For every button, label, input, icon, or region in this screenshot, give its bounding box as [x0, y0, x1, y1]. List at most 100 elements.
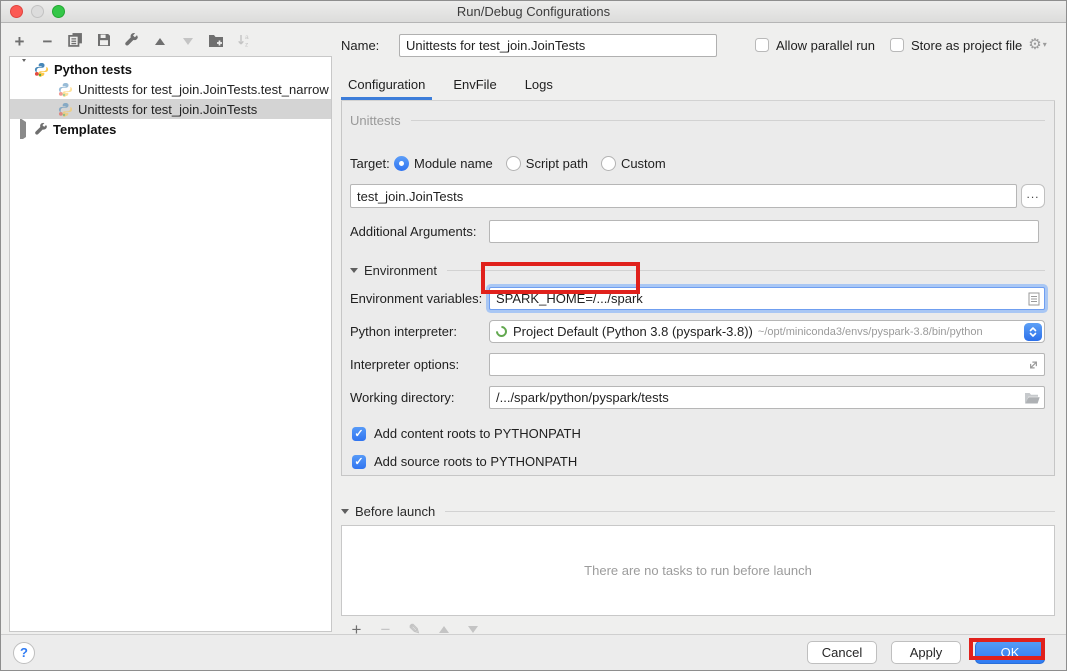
- new-folder-icon: [208, 33, 224, 50]
- tab-configuration[interactable]: Configuration: [341, 77, 432, 100]
- wrench-icon: [34, 122, 48, 136]
- store-as-project-file-checkbox[interactable]: Store as project file: [890, 38, 1022, 53]
- environment-variables-label: Environment variables:: [350, 291, 489, 306]
- tree-item-unittests-test-narrow[interactable]: Unittests for test_join.JoinTests.test_n…: [10, 79, 331, 99]
- create-folder-button[interactable]: [207, 33, 224, 50]
- dialog-footer: ? Cancel Apply OK: [1, 634, 1066, 670]
- zoom-window-button[interactable]: [52, 5, 65, 18]
- expand-field-button[interactable]: [1027, 358, 1040, 371]
- browse-folder-button[interactable]: [1024, 391, 1040, 404]
- collapse-icon: [341, 509, 349, 514]
- interpreter-name: Project Default (Python 3.8 (pyspark-3.8…: [513, 324, 753, 339]
- radio-module-name[interactable]: Module name: [394, 156, 493, 171]
- checkbox-unchecked: [755, 38, 769, 52]
- edit-templates-button[interactable]: [123, 33, 140, 50]
- save-icon: [97, 33, 111, 50]
- tab-envfile[interactable]: EnvFile: [446, 77, 503, 100]
- window-title: Run/Debug Configurations: [1, 1, 1066, 22]
- radio-unselected-icon: [506, 156, 521, 171]
- expand-icon: [1027, 358, 1040, 371]
- python-tests-icon: [34, 62, 49, 77]
- allow-parallel-run-label: Allow parallel run: [776, 38, 875, 53]
- tree-item-python-tests[interactable]: Python tests: [10, 59, 331, 79]
- radio-script-path[interactable]: Script path: [506, 156, 588, 171]
- add-content-roots-checkbox[interactable]: ✓ Add content roots to PYTHONPATH: [350, 426, 1045, 441]
- target-label: Target:: [350, 156, 394, 171]
- gear-icon: ⚙: [1028, 38, 1041, 52]
- apply-button[interactable]: Apply: [891, 641, 961, 664]
- environment-section-title: Environment: [364, 263, 437, 278]
- add-configuration-button[interactable]: +: [11, 33, 28, 50]
- environment-section-header[interactable]: Environment: [350, 261, 1045, 279]
- python-interpreter-select[interactable]: Project Default (Python 3.8 (pyspark-3.8…: [489, 320, 1045, 343]
- radio-selected-icon: [394, 156, 409, 171]
- arrow-down-icon: [468, 626, 478, 633]
- save-configuration-button[interactable]: [95, 33, 112, 50]
- help-button[interactable]: ?: [13, 642, 35, 664]
- select-stepper-icon: [1024, 323, 1042, 342]
- interpreter-options-label: Interpreter options:: [350, 357, 489, 372]
- name-row: Name: Allow parallel run Store as projec…: [341, 33, 1055, 57]
- module-name-input[interactable]: [350, 184, 1017, 208]
- divider: [447, 270, 1045, 271]
- move-down-button[interactable]: [179, 33, 196, 50]
- move-up-button[interactable]: [151, 33, 168, 50]
- add-source-roots-checkbox[interactable]: ✓ Add source roots to PYTHONPATH: [350, 454, 1045, 469]
- additional-arguments-label: Additional Arguments:: [350, 224, 489, 239]
- browse-module-button[interactable]: ...: [1021, 184, 1045, 208]
- minus-icon: −: [43, 33, 53, 50]
- unittests-group-header: Unittests: [350, 111, 1045, 129]
- working-directory-label: Working directory:: [350, 390, 489, 405]
- interpreter-options-input[interactable]: [489, 353, 1045, 376]
- environment-variables-row: Environment variables: SPARK_HOME=/.../s…: [350, 287, 1045, 310]
- additional-arguments-row: Additional Arguments:: [350, 220, 1045, 243]
- name-input[interactable]: [399, 34, 717, 57]
- add-content-roots-label: Add content roots to PYTHONPATH: [374, 426, 581, 441]
- unittests-group-title: Unittests: [350, 113, 401, 128]
- tree-item-templates[interactable]: Templates: [10, 119, 331, 139]
- browse-variables-button[interactable]: [1028, 292, 1040, 306]
- tree-item-unittests-jointests-selected[interactable]: Unittests for test_join.JoinTests: [10, 99, 331, 119]
- minimize-window-button[interactable]: [31, 5, 44, 18]
- tab-logs[interactable]: Logs: [518, 77, 560, 100]
- collapse-icon[interactable]: [20, 62, 30, 77]
- tree-item-label: Templates: [53, 122, 116, 137]
- divider: [445, 511, 1055, 512]
- cancel-button[interactable]: Cancel: [807, 641, 877, 664]
- arrow-down-icon: [183, 38, 193, 45]
- collapse-icon: [350, 268, 358, 273]
- sort-configurations-button[interactable]: az: [235, 33, 252, 50]
- arrow-up-icon: [155, 38, 165, 45]
- copy-configuration-button[interactable]: [67, 33, 84, 50]
- question-mark-icon: ?: [20, 645, 28, 660]
- radio-custom[interactable]: Custom: [601, 156, 666, 171]
- environment-variables-value: SPARK_HOME=/.../spark: [496, 291, 643, 306]
- before-launch-section-header[interactable]: Before launch: [341, 503, 1055, 519]
- ok-button[interactable]: OK: [975, 641, 1045, 664]
- remove-configuration-button[interactable]: −: [39, 33, 56, 50]
- run-debug-configurations-dialog: Run/Debug Configurations + − az: [0, 0, 1067, 671]
- list-icon: [1028, 292, 1040, 306]
- additional-arguments-input[interactable]: [489, 220, 1039, 243]
- add-source-roots-label: Add source roots to PYTHONPATH: [374, 454, 577, 469]
- working-directory-value: /.../spark/python/pyspark/tests: [496, 390, 669, 405]
- ellipsis-icon: ...: [1026, 187, 1039, 201]
- before-launch-title: Before launch: [355, 504, 435, 519]
- store-as-project-file-label: Store as project file: [911, 38, 1022, 53]
- module-name-row: ...: [350, 184, 1045, 208]
- empty-tasks-message: There are no tasks to run before launch: [584, 563, 812, 578]
- editor-tabs: Configuration EnvFile Logs: [341, 69, 1055, 101]
- working-directory-input[interactable]: /.../spark/python/pyspark/tests: [489, 386, 1045, 409]
- configurations-toolbar: + − az: [11, 29, 252, 53]
- checkbox-checked-icon: ✓: [352, 427, 366, 441]
- radio-label: Custom: [621, 156, 666, 171]
- allow-parallel-run-checkbox[interactable]: Allow parallel run: [755, 38, 875, 53]
- configuration-panel: Unittests Target: Module name Script pat…: [341, 101, 1055, 476]
- divider: [411, 120, 1045, 121]
- store-settings-button[interactable]: ⚙▾: [1028, 38, 1046, 52]
- tree-item-label: Unittests for test_join.JoinTests: [78, 102, 257, 117]
- environment-variables-input[interactable]: SPARK_HOME=/.../spark: [489, 287, 1045, 310]
- chevron-down-icon: ▾: [1043, 38, 1047, 52]
- close-window-button[interactable]: [10, 5, 23, 18]
- expand-icon[interactable]: [20, 122, 30, 137]
